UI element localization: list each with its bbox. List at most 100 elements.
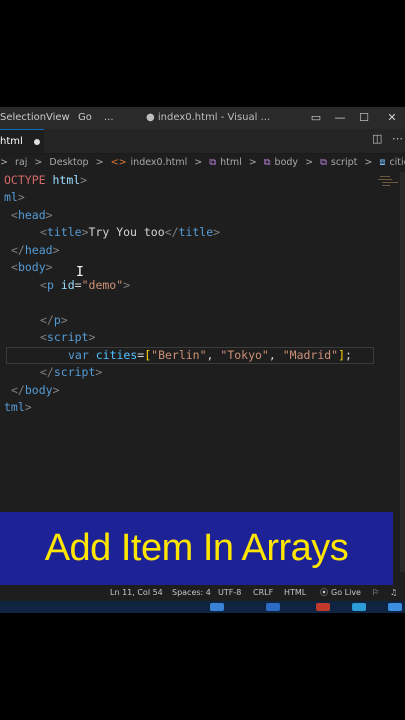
breadcrumb-script[interactable]: script bbox=[331, 157, 357, 168]
bracket-token: < bbox=[11, 208, 18, 222]
string-token: "Berlin" bbox=[151, 348, 207, 362]
more-actions-icon[interactable]: ⋯ bbox=[392, 132, 403, 145]
breadcrumb-sep: > bbox=[34, 157, 43, 168]
bracket-token: > bbox=[52, 243, 60, 257]
doctype-token: OCTYPE bbox=[4, 173, 53, 187]
golive-icon: ⦿ bbox=[320, 588, 328, 597]
status-eol[interactable]: CRLF bbox=[253, 585, 273, 601]
bracket-token: < bbox=[40, 278, 47, 292]
bracket-token: < bbox=[40, 225, 47, 239]
breadcrumb-html[interactable]: html bbox=[220, 157, 242, 168]
layout-icon[interactable]: ▭ bbox=[306, 109, 326, 127]
code-line-4: <title>Try You too</title> bbox=[40, 224, 220, 241]
bracket-token: > bbox=[45, 208, 53, 222]
bracket-token: </ bbox=[40, 313, 54, 327]
code-line-11: var cities=["Berlin", "Tokyo", "Madrid"]… bbox=[68, 347, 352, 364]
taskbar-app-icon[interactable] bbox=[266, 603, 280, 611]
bell-icon[interactable]: ♫ bbox=[390, 585, 397, 601]
code-line-13: </body> bbox=[11, 382, 60, 399]
element-icon: ⧉ bbox=[263, 157, 271, 168]
code-line-1: OCTYPE html> bbox=[4, 172, 87, 189]
close-button[interactable]: ✕ bbox=[382, 109, 402, 127]
variable-icon: ⧈ bbox=[379, 157, 386, 168]
status-language[interactable]: HTML bbox=[284, 585, 306, 601]
tab-index0-html[interactable]: html bbox=[0, 129, 44, 153]
equals-token: = bbox=[74, 278, 82, 292]
taskbar-app-icon[interactable] bbox=[210, 603, 224, 611]
maximize-button[interactable]: ☐ bbox=[354, 109, 374, 127]
tag-token: body bbox=[17, 260, 46, 274]
menu-view[interactable]: View bbox=[46, 112, 70, 123]
breadcrumb-raj[interactable]: raj bbox=[15, 157, 27, 168]
breadcrumb-body[interactable]: body bbox=[275, 157, 299, 168]
breadcrumb-cities[interactable]: cities bbox=[389, 157, 405, 168]
vscode-window: Selection View Go ... ● index0.html - Vi… bbox=[0, 107, 405, 613]
code-line-7: <p id="demo"> bbox=[40, 277, 130, 294]
status-golive[interactable]: Go Live bbox=[331, 585, 361, 601]
split-editor-icon[interactable]: ◫ bbox=[372, 132, 382, 145]
minimize-button[interactable]: — bbox=[330, 109, 350, 127]
comma-token: , bbox=[206, 348, 221, 362]
tab-label: html bbox=[0, 136, 23, 147]
string-token: "Madrid" bbox=[282, 348, 339, 362]
comma-token: , bbox=[268, 348, 283, 362]
tab-bar: html ◫ ⋯ bbox=[0, 129, 405, 154]
notification-icon[interactable]: ⚐ bbox=[372, 585, 379, 601]
tag-token: title bbox=[46, 225, 82, 239]
variable-token: cities bbox=[95, 348, 138, 362]
vertical-scrollbar[interactable] bbox=[400, 172, 405, 572]
banner-title: Add Item In Arrays bbox=[44, 527, 349, 569]
taskbar-app-icon[interactable] bbox=[316, 603, 330, 611]
tag-token: p bbox=[53, 313, 61, 327]
html-file-icon: <> bbox=[110, 157, 127, 168]
bracket-token: </ bbox=[11, 383, 25, 397]
status-spaces[interactable]: Spaces: 4 bbox=[172, 585, 211, 601]
taskbar-app-icon[interactable] bbox=[352, 603, 366, 611]
breadcrumb-sep: > bbox=[0, 157, 8, 168]
code-line-6: <body> bbox=[11, 259, 53, 276]
code-line-14: tml> bbox=[4, 399, 32, 416]
minimap-line bbox=[382, 185, 390, 186]
breadcrumb: > raj > Desktop > <> index0.html > ⧉ html … bbox=[0, 154, 405, 172]
breadcrumb-desktop[interactable]: Desktop bbox=[49, 157, 88, 168]
code-line-9: </p> bbox=[40, 312, 68, 329]
bracket-token: </ bbox=[164, 225, 179, 239]
string-token: "Tokyo" bbox=[220, 348, 269, 362]
menu-selection[interactable]: Selection bbox=[0, 112, 46, 123]
tag-token: title bbox=[178, 225, 214, 239]
minimap-line bbox=[378, 179, 392, 180]
keyword-token: var bbox=[68, 348, 89, 362]
breadcrumb-sep: > bbox=[305, 157, 314, 168]
status-encoding[interactable]: UTF-8 bbox=[218, 585, 241, 601]
taskbar-app-icon[interactable] bbox=[388, 603, 402, 611]
tag-token: body bbox=[24, 383, 53, 397]
breadcrumb-file[interactable]: index0.html bbox=[131, 157, 188, 168]
minimap[interactable] bbox=[378, 172, 400, 212]
menu-go[interactable]: Go bbox=[78, 112, 92, 123]
bracket-token: < bbox=[11, 260, 18, 274]
semicolon-token: ; bbox=[345, 348, 352, 362]
tag-token: head bbox=[17, 208, 46, 222]
bracket-token: ] bbox=[338, 348, 346, 362]
bracket-token: > bbox=[52, 383, 60, 397]
status-position[interactable]: Ln 11, Col 54 bbox=[110, 585, 163, 601]
bracket-token: > bbox=[81, 225, 89, 239]
code-line-2: ml> bbox=[4, 189, 25, 206]
bracket-token: < bbox=[40, 330, 47, 344]
bracket-token: > bbox=[24, 400, 32, 414]
title-bar: Selection View Go ... ● index0.html - Vi… bbox=[0, 107, 405, 129]
element-icon: ⧉ bbox=[209, 157, 217, 168]
bracket-token: > bbox=[88, 330, 96, 344]
status-bar: Ln 11, Col 54 Spaces: 4 UTF-8 CRLF HTML … bbox=[0, 585, 405, 601]
menu-more[interactable]: ... bbox=[104, 112, 114, 123]
minimap-line bbox=[382, 182, 398, 183]
breadcrumb-sep: > bbox=[194, 157, 203, 168]
attr-token: html bbox=[52, 173, 81, 187]
tag-token: script bbox=[53, 365, 96, 379]
tag-token: p bbox=[46, 278, 54, 292]
breadcrumb-sep: > bbox=[364, 157, 373, 168]
bracket-token: > bbox=[45, 260, 53, 274]
modified-dot-icon bbox=[34, 139, 40, 145]
